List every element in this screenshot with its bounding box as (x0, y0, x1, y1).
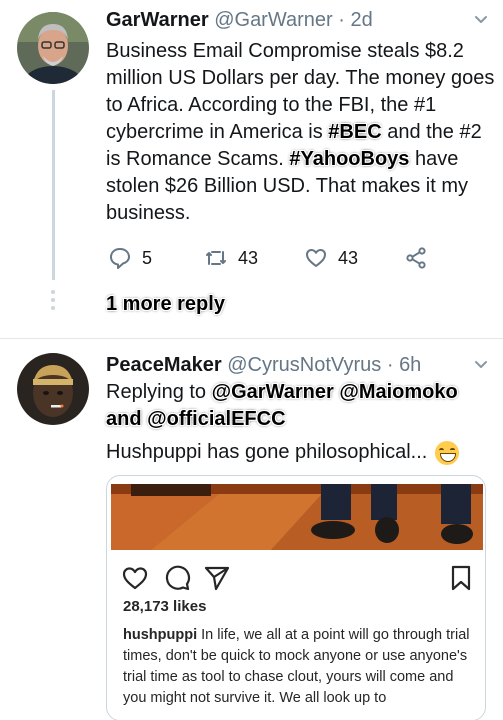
user-handle[interactable]: @GarWarner (214, 9, 332, 31)
display-name[interactable]: PeaceMaker (106, 354, 222, 376)
tweet-text: Hushpuppi has gone philosophical... (106, 439, 460, 466)
timestamp[interactable]: 6h (399, 354, 421, 376)
tweet-peacemaker[interactable]: PeaceMaker @CyrusNotVyrus · 6h Replying … (0, 338, 503, 720)
retweet-icon (206, 251, 226, 265)
post-likes: 28,173 likes (123, 598, 207, 615)
bookmark-icon[interactable] (447, 564, 475, 592)
user-handle[interactable]: @CyrusNotVyrus (227, 354, 381, 376)
post-caption: hushpuppi In life, we all at a point wil… (123, 625, 473, 709)
separator: · (386, 354, 394, 376)
timestamp[interactable]: 2d (350, 9, 372, 31)
mention-garwarner[interactable]: @GarWarner (212, 381, 334, 403)
tweet-actions: 5 43 43 (108, 246, 438, 276)
grinning-squinting-face-icon (435, 440, 460, 465)
heart-icon (306, 249, 326, 267)
replying-to: Replying to @GarWarner @Maiomoko and @of… (106, 379, 496, 433)
tweet-text-content: Hushpuppi has gone philosophical... (106, 441, 428, 463)
mention-officialefcc[interactable]: and @officialEFCC (106, 408, 286, 430)
chevron-down-icon[interactable] (473, 12, 489, 28)
more-replies-link[interactable]: 1 more reply (106, 293, 225, 316)
avatar[interactable] (17, 353, 89, 425)
hashtag-yahooboys[interactable]: #YahooBoys (289, 148, 409, 170)
tweet-header: PeaceMaker @CyrusNotVyrus · 6h (106, 353, 421, 377)
retweet-button[interactable]: 43 (204, 246, 258, 270)
thread-dots (50, 290, 57, 314)
heart-icon[interactable] (121, 564, 149, 592)
send-icon[interactable] (203, 564, 231, 592)
thread-line (52, 90, 55, 280)
like-count: 43 (338, 247, 359, 268)
hashtag-bec[interactable]: #BEC (328, 121, 381, 143)
tweet-header: GarWarner @GarWarner · 2d (106, 8, 373, 32)
tweet-garwarner[interactable]: GarWarner @GarWarner · 2d Business Email… (0, 0, 503, 338)
avatar[interactable] (17, 12, 89, 84)
post-username: hushpuppi (123, 627, 198, 643)
post-photo (111, 484, 483, 550)
share-button[interactable] (404, 246, 428, 270)
like-button[interactable]: 43 (304, 246, 358, 270)
display-name[interactable]: GarWarner (106, 9, 209, 31)
post-actions (121, 564, 473, 594)
embedded-screenshot[interactable]: 28,173 likes hushpuppi In life, we all a… (106, 475, 486, 720)
mention-maiomoko[interactable]: @Maiomoko (339, 381, 457, 403)
chevron-down-icon[interactable] (473, 357, 489, 373)
separator: · (338, 9, 345, 31)
replying-to-label: Replying to (106, 381, 207, 403)
reply-icon (110, 248, 130, 269)
reply-button[interactable]: 5 (108, 246, 152, 270)
reply-count: 5 (142, 247, 153, 268)
comment-icon[interactable] (163, 564, 191, 592)
tweet-text: Business Email Compromise steals $8.2 mi… (106, 38, 496, 227)
retweet-count: 43 (238, 247, 259, 268)
share-icon (406, 247, 426, 269)
